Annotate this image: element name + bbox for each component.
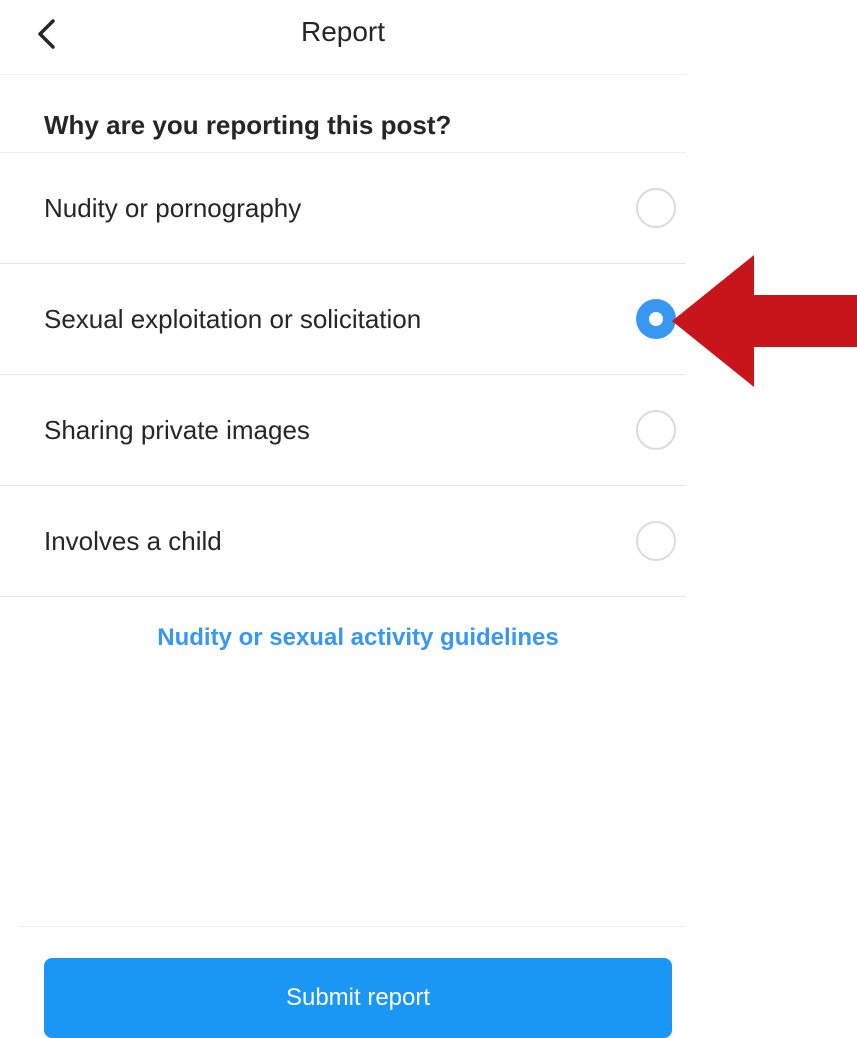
option-label: Involves a child [44, 525, 222, 556]
option-private-images[interactable]: Sharing private images [0, 375, 686, 486]
header: Report [0, 0, 686, 75]
option-label: Sharing private images [44, 414, 310, 445]
guidelines-link[interactable]: Nudity or sexual activity guidelines [0, 624, 716, 652]
radio-button[interactable] [636, 410, 676, 450]
red-arrow-icon [672, 255, 857, 387]
submit-report-button[interactable]: Submit report [44, 958, 672, 1038]
divider [18, 926, 686, 927]
option-involves-child[interactable]: Involves a child [0, 486, 686, 597]
page-title: Report [300, 16, 386, 47]
radio-button[interactable] [636, 521, 676, 561]
report-options-list: Nudity or pornography Sexual exploitatio… [0, 152, 686, 597]
radio-button-selected[interactable] [636, 299, 676, 339]
option-label: Sexual exploitation or solicitation [44, 303, 422, 334]
radio-button[interactable] [636, 188, 676, 228]
option-nudity[interactable]: Nudity or pornography [0, 153, 686, 264]
report-question: Why are you reporting this post? [44, 110, 452, 140]
option-label: Nudity or pornography [44, 192, 302, 223]
report-screen: Report Why are you reporting this post? … [0, 0, 700, 1038]
option-sexual-exploitation[interactable]: Sexual exploitation or solicitation [0, 264, 686, 375]
